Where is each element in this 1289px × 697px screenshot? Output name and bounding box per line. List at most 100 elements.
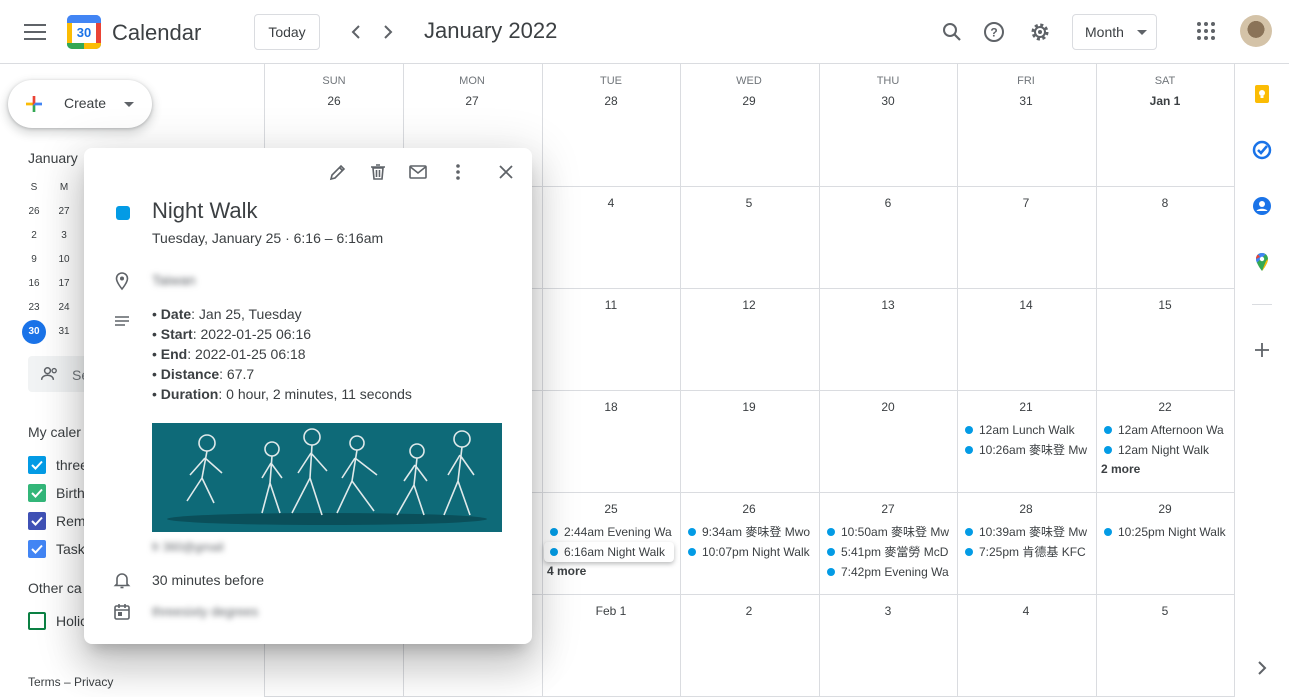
- event-chip[interactable]: 10:25pm Night Walk: [1098, 522, 1226, 542]
- day-number[interactable]: 18: [542, 400, 680, 414]
- day-number[interactable]: 29: [680, 94, 818, 108]
- event-chip[interactable]: 10:39am 麥味登 Mw: [959, 522, 1089, 542]
- checkbox-checked-icon[interactable]: [28, 456, 46, 474]
- day-number[interactable]: 27: [403, 94, 541, 108]
- search-icon[interactable]: [940, 20, 964, 44]
- event-chip[interactable]: 7:25pm 肯德基 KFC: [959, 542, 1089, 562]
- day-number[interactable]: 4: [957, 604, 1095, 618]
- view-switcher-dropdown[interactable]: Month: [1072, 14, 1157, 50]
- mini-day[interactable]: 10: [52, 248, 76, 272]
- expand-panel-chevron-icon[interactable]: [1252, 658, 1272, 678]
- event-chip[interactable]: 12am Lunch Walk: [959, 420, 1089, 440]
- event-chip[interactable]: 9:34am 麥味登 Mwo: [682, 522, 812, 542]
- day-number[interactable]: 5: [1096, 604, 1234, 618]
- settings-gear-icon[interactable]: [1028, 20, 1052, 44]
- day-number[interactable]: 11: [542, 298, 680, 312]
- keep-icon[interactable]: [1252, 84, 1272, 104]
- day-number[interactable]: 8: [1096, 196, 1234, 210]
- checkbox-checked-icon[interactable]: [28, 484, 46, 502]
- day-of-week-header: TUE: [600, 75, 622, 87]
- day-number[interactable]: 4: [542, 196, 680, 210]
- day-number[interactable]: 13: [819, 298, 957, 312]
- description-line: • End: 2022-01-25 06:18: [152, 346, 306, 362]
- event-title: 麥味登 Mw: [1029, 443, 1088, 457]
- event-dot-icon: [688, 528, 696, 536]
- event-dot-icon: [1104, 426, 1112, 434]
- mini-day[interactable]: 31: [52, 320, 76, 344]
- day-number[interactable]: 25: [542, 502, 680, 516]
- mini-day[interactable]: 9: [22, 248, 46, 272]
- create-button[interactable]: Create: [8, 80, 152, 128]
- day-number[interactable]: 20: [819, 400, 957, 414]
- description-line: • Date: Jan 25, Tuesday: [152, 306, 302, 322]
- help-icon[interactable]: ?: [982, 20, 1006, 44]
- mini-day[interactable]: 3: [52, 224, 76, 248]
- maps-icon[interactable]: [1252, 252, 1272, 272]
- day-number[interactable]: 31: [957, 94, 1095, 108]
- day-number[interactable]: 21: [957, 400, 1095, 414]
- more-events-link[interactable]: 4 more: [542, 564, 586, 578]
- mini-day-today[interactable]: 30: [22, 320, 46, 344]
- google-apps-grid-icon[interactable]: [1197, 22, 1217, 42]
- event-chip[interactable]: 12am Night Walk: [1098, 440, 1226, 460]
- mini-day[interactable]: 26: [22, 200, 46, 224]
- app-title[interactable]: Calendar: [112, 20, 201, 46]
- checkbox-checked-icon[interactable]: [28, 540, 46, 558]
- add-addon-icon[interactable]: [1252, 340, 1272, 360]
- tasks-icon[interactable]: [1252, 140, 1272, 160]
- day-number[interactable]: 26: [265, 94, 403, 108]
- more-options-icon[interactable]: [448, 162, 468, 182]
- day-number[interactable]: 14: [957, 298, 1095, 312]
- checkbox-checked-icon[interactable]: [28, 512, 46, 530]
- mini-day[interactable]: 2: [22, 224, 46, 248]
- day-number[interactable]: 27: [819, 502, 957, 516]
- day-number[interactable]: 5: [680, 196, 818, 210]
- other-calendars-title[interactable]: Other ca: [28, 580, 82, 596]
- event-dot-icon: [965, 426, 973, 434]
- calendar-logo[interactable]: 30: [67, 15, 101, 49]
- mini-day[interactable]: 16: [22, 272, 46, 296]
- email-envelope-icon[interactable]: [408, 162, 428, 182]
- event-chip[interactable]: 2:44am Evening Wa: [544, 522, 674, 542]
- event-chip[interactable]: 7:42pm Evening Wa: [821, 562, 951, 582]
- day-number[interactable]: 28: [542, 94, 680, 108]
- day-number[interactable]: Jan 1: [1096, 94, 1234, 108]
- day-number[interactable]: 12: [680, 298, 818, 312]
- contacts-icon[interactable]: [1252, 196, 1272, 216]
- day-number[interactable]: 29: [1096, 502, 1234, 516]
- my-calendars-title[interactable]: My caler: [28, 424, 81, 440]
- main-menu-icon[interactable]: [24, 24, 46, 40]
- event-chip[interactable]: 10:50am 麥味登 Mw: [821, 522, 951, 542]
- day-number[interactable]: 30: [819, 94, 957, 108]
- previous-period-icon[interactable]: [344, 20, 368, 50]
- today-button[interactable]: Today: [254, 14, 320, 50]
- more-events-link[interactable]: 2 more: [1096, 462, 1140, 476]
- day-number[interactable]: 6: [819, 196, 957, 210]
- mini-day[interactable]: 27: [52, 200, 76, 224]
- event-chip[interactable]: 5:41pm 麥當勞 McD: [821, 542, 951, 562]
- event-chip[interactable]: 12am Afternoon Wa: [1098, 420, 1226, 440]
- event-title: Night Walk: [1168, 525, 1226, 539]
- event-chip[interactable]: 10:07pm Night Walk: [682, 542, 812, 562]
- edit-pencil-icon[interactable]: [328, 162, 348, 182]
- day-number[interactable]: 15: [1096, 298, 1234, 312]
- terms-privacy-links[interactable]: Terms – Privacy: [28, 675, 113, 689]
- event-chip-selected[interactable]: 6:16am Night Walk: [544, 542, 674, 562]
- day-number[interactable]: Feb 1: [542, 604, 680, 618]
- day-number[interactable]: 19: [680, 400, 818, 414]
- close-icon[interactable]: [496, 162, 516, 182]
- mini-day[interactable]: 24: [52, 296, 76, 320]
- account-avatar[interactable]: [1240, 15, 1272, 47]
- event-chip[interactable]: 10:26am 麥味登 Mw: [959, 440, 1089, 460]
- checkbox-unchecked-icon[interactable]: [28, 612, 46, 630]
- day-number[interactable]: 2: [680, 604, 818, 618]
- delete-trash-icon[interactable]: [368, 162, 388, 182]
- mini-day[interactable]: 17: [52, 272, 76, 296]
- day-number[interactable]: 26: [680, 502, 818, 516]
- day-number[interactable]: 22: [1096, 400, 1234, 414]
- mini-day[interactable]: 23: [22, 296, 46, 320]
- next-period-icon[interactable]: [376, 20, 400, 50]
- day-number[interactable]: 28: [957, 502, 1095, 516]
- day-number[interactable]: 7: [957, 196, 1095, 210]
- day-number[interactable]: 3: [819, 604, 957, 618]
